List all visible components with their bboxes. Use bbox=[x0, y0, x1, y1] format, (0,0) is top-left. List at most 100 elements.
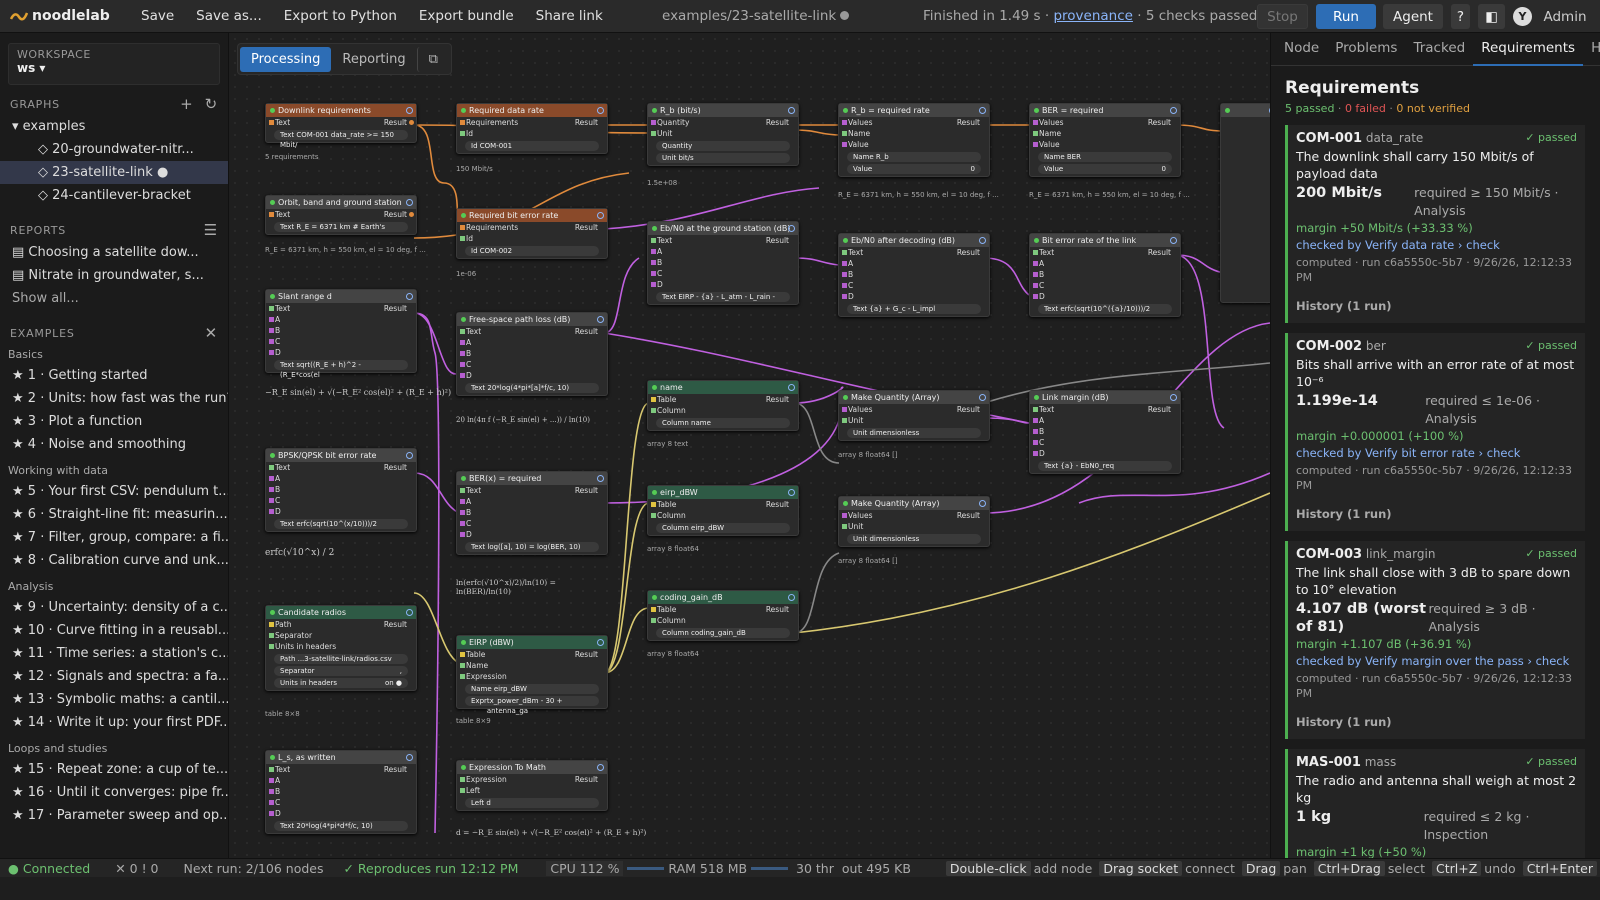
example-item[interactable]: ★ 17 · Parameter sweep and op... bbox=[0, 804, 228, 827]
node-link-margin[interactable]: Link margin (dB) Text Result A B C D Text… bbox=[1029, 390, 1181, 474]
node-free-space-path-loss[interactable]: Free-space path loss (dB) Text Result A B… bbox=[456, 312, 608, 396]
quantity-field[interactable]: Quantity bbox=[656, 141, 790, 151]
graph-item[interactable]: ◇ 20-groundwater-nitr... bbox=[0, 138, 228, 161]
history-toggle[interactable]: History (1 run) bbox=[1296, 299, 1577, 313]
node-orbit[interactable]: Orbit, band and ground station Text Resul… bbox=[265, 195, 417, 235]
value-field[interactable]: Value 0 bbox=[847, 164, 981, 174]
copy-icon[interactable]: ⧉ bbox=[416, 46, 449, 72]
node-field[interactable]: Text sqrt((R_E + h)^2 - (R_E*cos(el bbox=[274, 360, 408, 379]
example-item[interactable]: ★ 4 · Noise and smoothing bbox=[0, 433, 228, 456]
user-name[interactable]: Admin bbox=[1540, 4, 1590, 29]
tab-reporting[interactable]: Reporting bbox=[331, 47, 416, 72]
node-field[interactable]: Text 20*log(4*pi*[a]*f/c, 10) bbox=[465, 383, 599, 393]
node-eirp-column[interactable]: eirp_dBW Table Result Column Column eirp_… bbox=[647, 485, 799, 536]
menu-save-as[interactable]: Save as... bbox=[185, 8, 273, 24]
node-field[interactable]: Left d bbox=[465, 798, 599, 808]
close-icon[interactable]: ✕ bbox=[205, 324, 218, 342]
node-field[interactable]: Text R_E = 6371 km # Earth's bbox=[274, 222, 408, 232]
node-ls-as-written[interactable]: L_s, as written Text Result A B C D Text … bbox=[265, 750, 417, 834]
example-item[interactable]: ★ 8 · Calibration curve and unk... bbox=[0, 549, 228, 572]
agent-button[interactable]: Agent bbox=[1383, 4, 1443, 29]
tab-requirements[interactable]: Requirements bbox=[1473, 33, 1584, 66]
provenance-link[interactable]: provenance bbox=[1053, 8, 1133, 24]
node-field[interactable]: Name BER bbox=[1038, 152, 1172, 162]
requirement-card[interactable]: MAS-001 mass ✓ passed The radio and anten… bbox=[1285, 749, 1585, 858]
example-item[interactable]: ★ 5 · Your first CSV: pendulum t... bbox=[0, 480, 228, 503]
example-item[interactable]: ★ 6 · Straight-line fit: measurin... bbox=[0, 503, 228, 526]
node-field[interactable]: Column eirp_dBW bbox=[656, 523, 790, 533]
example-item[interactable]: ★ 1 · Getting started bbox=[0, 364, 228, 387]
node-ber-required[interactable]: BER = required Values Result Name Value N… bbox=[1029, 103, 1181, 177]
node-field[interactable]: Unit dimensionless bbox=[847, 428, 981, 438]
add-graph-icon[interactable]: + bbox=[180, 95, 193, 113]
node-ebn0-after-decoding[interactable]: Eb/N0 after decoding (dB) Text Result A B… bbox=[838, 233, 990, 317]
node-field[interactable]: Text erfc(sqrt(10^(x/10)))/2 bbox=[274, 519, 408, 529]
node-candidate-radios[interactable]: Candidate radios Path Result Separator Un… bbox=[265, 605, 417, 691]
show-all-link[interactable]: Show all... bbox=[0, 287, 228, 310]
check-link[interactable]: checked by Verify bit error rate › check bbox=[1296, 446, 1577, 460]
node-field[interactable]: Text {a} - EbN0_req bbox=[1038, 461, 1172, 471]
node-required-data-rate[interactable]: Required data rate Requirements Result Id… bbox=[456, 103, 608, 154]
reproduces-status[interactable]: ✓ Reproduces run 12:12 PM bbox=[343, 861, 518, 876]
node-ber-equals-required[interactable]: BER(x) = required Text Result A B C D Tex… bbox=[456, 471, 608, 555]
node-eirp[interactable]: EIRP (dBW) Table Result Name Expression N… bbox=[456, 635, 608, 715]
check-link[interactable]: checked by Verify margin over the pass ›… bbox=[1296, 654, 1577, 668]
example-item[interactable]: ★ 15 · Repeat zone: a cup of te... bbox=[0, 758, 228, 781]
panel-toggle-icon[interactable]: ◧ bbox=[1478, 4, 1505, 29]
stop-button[interactable]: Stop bbox=[1257, 4, 1308, 29]
node-field[interactable]: Text erfc(sqrt(10^({a}/10)))/2 bbox=[1038, 304, 1172, 314]
graphs-folder[interactable]: ▾ examples bbox=[0, 115, 228, 138]
menu-export-python[interactable]: Export to Python bbox=[273, 8, 408, 24]
node-canvas[interactable]: Processing Reporting ⧉ Downlink requirem… bbox=[229, 33, 1270, 877]
menu-export-bundle[interactable]: Export bundle bbox=[408, 8, 525, 24]
tab-processing[interactable]: Processing bbox=[240, 46, 332, 72]
run-button[interactable]: Run bbox=[1316, 4, 1376, 29]
socket-text[interactable]: Text Result bbox=[266, 209, 416, 220]
node-bit-error-rate-link[interactable]: Bit error rate of the link Text Result A … bbox=[1029, 233, 1181, 317]
example-item[interactable]: ★ 11 · Time series: a station's c... bbox=[0, 642, 228, 665]
node-coding-gain-column[interactable]: coding_gain_dB Table Result Column Column… bbox=[647, 590, 799, 641]
history-toggle[interactable]: History (1 run) bbox=[1296, 715, 1577, 729]
value-field[interactable]: Value 0 bbox=[1038, 164, 1172, 174]
example-item[interactable]: ★ 10 · Curve fitting in a reusabl... bbox=[0, 619, 228, 642]
example-item[interactable]: ★ 2 · Units: how fast was the run? bbox=[0, 387, 228, 410]
requirement-card[interactable]: COM-001 data_rate ✓ passed The downlink s… bbox=[1285, 125, 1585, 323]
example-item[interactable]: ★ 14 · Write it up: your first PDF... bbox=[0, 711, 228, 734]
node-field[interactable]: Id COM-002 bbox=[465, 246, 599, 256]
node-slant-range[interactable]: Slant range d Text Result A B C D Text sq… bbox=[265, 289, 417, 379]
separator-field[interactable]: Separator, bbox=[274, 666, 408, 676]
example-item[interactable]: ★ 16 · Until it converges: pipe fr... bbox=[0, 781, 228, 804]
report-item[interactable]: ▤ Nitrate in groundwater, s... bbox=[0, 264, 228, 287]
report-item[interactable]: ▤ Choosing a satellite dow... bbox=[0, 241, 228, 264]
node-field[interactable]: Id COM-001 bbox=[465, 141, 599, 151]
node-field[interactable]: Text log([a], 10) = log(BER, 10) bbox=[465, 542, 599, 552]
requirement-card[interactable]: COM-003 link_margin ✓ passed The link sha… bbox=[1285, 541, 1585, 739]
menu-save[interactable]: Save bbox=[130, 8, 185, 24]
history-toggle[interactable]: History (1 run) bbox=[1296, 507, 1577, 521]
node-make-quantity-2[interactable]: Make Quantity (Array) Values Result Unit … bbox=[838, 496, 990, 547]
socket-text[interactable]: Text Result bbox=[266, 117, 416, 128]
node-name-column[interactable]: name Table Result Column Column name bbox=[647, 380, 799, 431]
tab-node[interactable]: Node bbox=[1276, 33, 1327, 66]
node-field[interactable]: Text {a} + G_c - L_impl bbox=[847, 304, 981, 314]
node-field[interactable]: Name eirp_dBW bbox=[465, 684, 599, 694]
node-field[interactable]: Name R_b bbox=[847, 152, 981, 162]
node-field[interactable]: Path ...3-satellite-link/radios.csv bbox=[274, 654, 408, 664]
problem-counts[interactable]: ✕ 0 ! 0 bbox=[115, 861, 158, 876]
help-button[interactable]: ? bbox=[1451, 4, 1470, 29]
node-rb[interactable]: R_b (bit/s) Quantity Result Unit Quantity… bbox=[647, 103, 799, 166]
node-field[interactable]: Unit dimensionless bbox=[847, 534, 981, 544]
node-ebn0-ground[interactable]: Eb/N0 at the ground station (dB) Text Res… bbox=[647, 221, 799, 305]
graph-item-selected[interactable]: ◇ 23-satellite-link ● bbox=[0, 161, 228, 184]
example-item[interactable]: ★ 13 · Symbolic maths: a cantil... bbox=[0, 688, 228, 711]
node-field[interactable]: Column coding_gain_dB bbox=[656, 628, 790, 638]
tab-tracked[interactable]: Tracked bbox=[1405, 33, 1473, 66]
check-link[interactable]: checked by Verify data rate › check bbox=[1296, 238, 1577, 252]
example-item[interactable]: ★ 9 · Uncertainty: density of a c... bbox=[0, 596, 228, 619]
menu-share-link[interactable]: Share link bbox=[525, 8, 614, 24]
node-field[interactable]: Text COM-001 data_rate >= 150 Mbit/ bbox=[274, 130, 408, 149]
requirement-card[interactable]: COM-002 ber ✓ passed Bits shall arrive wi… bbox=[1285, 333, 1585, 531]
node-bpsk-ber[interactable]: BPSK/QPSK bit error rate Text Result A B … bbox=[265, 448, 417, 532]
example-item[interactable]: ★ 3 · Plot a function bbox=[0, 410, 228, 433]
node-field[interactable]: Text 20*log(4*pi*d*f/c, 10) bbox=[274, 821, 408, 831]
